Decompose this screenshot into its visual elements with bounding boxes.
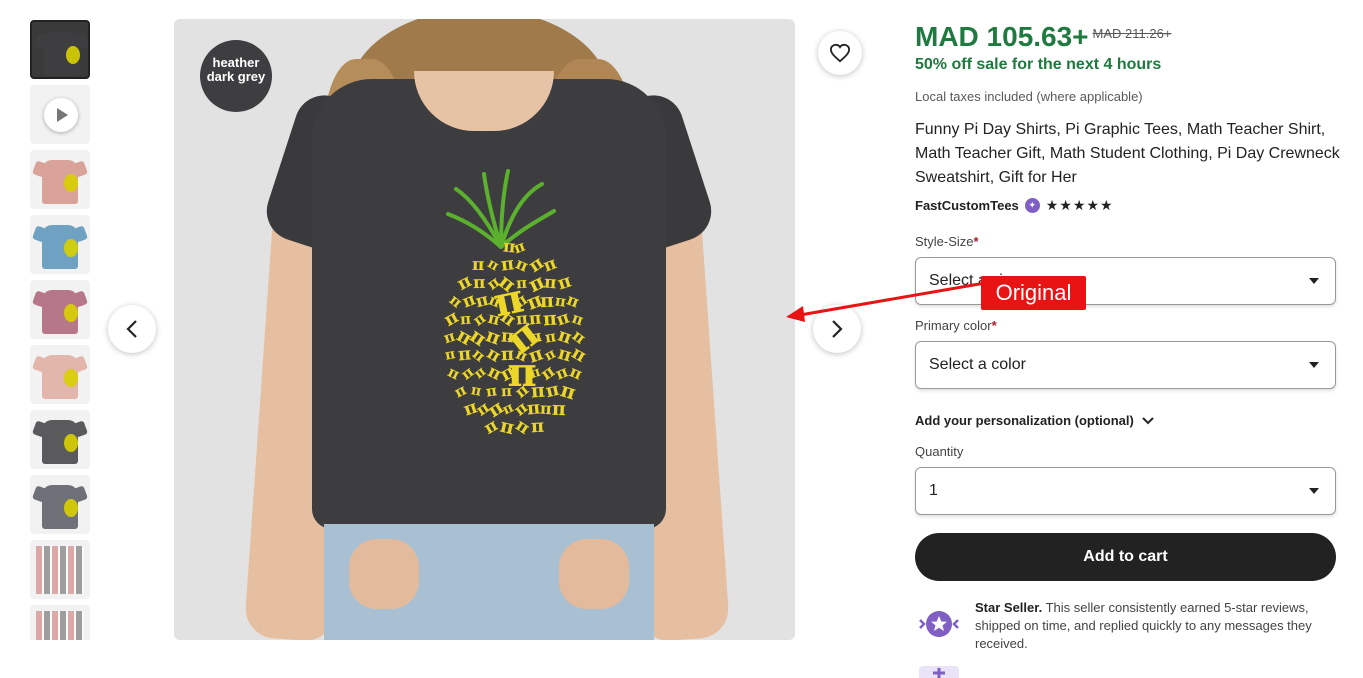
pineapple-thumbnail-graphic (64, 239, 78, 257)
main-product-image[interactable]: ππππππππππππππππππππππππππππππππππππππππ… (174, 19, 795, 640)
color-chart-thumbnail (36, 611, 84, 640)
style-size-label-text: Style-Size (915, 234, 974, 249)
next-image-button[interactable] (813, 305, 861, 353)
thumbnail-image[interactable] (30, 150, 90, 209)
thumbnail-image[interactable] (30, 410, 90, 469)
chevron-left-icon (126, 320, 137, 338)
annotation-label: Original (981, 276, 1086, 310)
shop-info: FastCustomTees ✦ ★★★★★ (915, 197, 1114, 214)
shirt-thumbnail-graphic (42, 225, 78, 269)
dropdown-caret-icon (1309, 362, 1319, 368)
pi-symbol: π (551, 397, 566, 420)
pineapple-leaves-graphic (446, 169, 556, 249)
chevron-right-icon (832, 320, 843, 338)
original-price: MAD 211.26+ (1092, 26, 1172, 41)
required-marker: * (991, 318, 997, 333)
pineapple-thumbnail-graphic (64, 174, 78, 192)
add-to-cart-button[interactable]: Add to cart (915, 533, 1336, 581)
price: MAD 105.63+ MAD 211.26+ (915, 21, 1171, 53)
dropdown-caret-icon (1309, 488, 1319, 494)
pineapple-pi-graphic: ππππππππππππππππππππππππππππππππππππππππ… (434, 236, 594, 444)
pineapple-thumbnail-graphic (66, 46, 80, 64)
thumbnail-image[interactable] (30, 345, 90, 404)
current-price: MAD 105.63+ (915, 21, 1089, 52)
thumbnail-strip (30, 20, 90, 640)
shop-name-link[interactable]: FastCustomTees (915, 198, 1019, 213)
quantity-select[interactable]: 1 (915, 467, 1336, 515)
thumbnail-image[interactable] (30, 215, 90, 274)
hand-left (349, 539, 419, 609)
rating-stars[interactable]: ★★★★★ (1046, 197, 1114, 214)
previous-image-button[interactable] (108, 305, 156, 353)
pineapple-thumbnail-graphic (64, 369, 78, 387)
thumbnail-image[interactable] (30, 475, 90, 534)
primary-color-label: Primary color* (915, 318, 997, 333)
heart-icon (829, 43, 851, 63)
hand-right (559, 539, 629, 609)
primary-color-select[interactable]: Select a color (915, 341, 1336, 389)
personalization-toggle[interactable]: Add your personalization (optional) (915, 413, 1154, 428)
pi-symbol: π (443, 346, 457, 364)
dropdown-caret-icon (1309, 278, 1319, 284)
pineapple-thumbnail-graphic (64, 434, 78, 452)
color-chart-thumbnail (36, 546, 84, 594)
pi-symbol: π (472, 254, 485, 275)
shirt-thumbnail-graphic (42, 420, 78, 464)
shirt-thumbnail-graphic (42, 355, 78, 399)
star-seller-icon: ✦ (1024, 198, 1040, 213)
shirt-thumbnail-graphic (42, 485, 78, 529)
personalization-label: Add your personalization (optional) (915, 413, 1134, 428)
pineapple-thumbnail-graphic (64, 304, 78, 322)
pi-symbol: π (530, 415, 545, 438)
style-size-select[interactable]: Select a size (915, 257, 1336, 305)
sale-notice: 50% off sale for the next 4 hours (915, 56, 1162, 73)
shirt-thumbnail-graphic (42, 160, 78, 204)
taxes-note: Local taxes included (where applicable) (915, 89, 1143, 104)
pi-symbol: π (484, 255, 502, 275)
thumbnail-video[interactable] (30, 85, 90, 144)
shirt-thumbnail-graphic (44, 32, 80, 76)
chevron-down-icon (1142, 416, 1154, 424)
favorite-button[interactable] (818, 31, 862, 75)
pi-symbol: π (497, 414, 517, 439)
thumbnail-image[interactable] (30, 540, 90, 599)
thumbnail-image[interactable] (30, 605, 90, 640)
gift-icon (919, 666, 959, 678)
play-icon (44, 98, 78, 132)
star-seller-title: Star Seller. (975, 600, 1043, 615)
quantity-value: 1 (929, 482, 938, 499)
quantity-label: Quantity (915, 444, 964, 459)
star-seller-badge-icon (919, 611, 959, 637)
pi-symbol: π (472, 272, 486, 293)
primary-color-label-text: Primary color (915, 318, 992, 333)
product-title: Funny Pi Day Shirts, Pi Graphic Tees, Ma… (915, 121, 1340, 186)
pi-symbol: π (569, 308, 586, 329)
thumbnail-image[interactable] (30, 20, 90, 79)
required-marker: * (973, 234, 979, 249)
primary-color-value: Select a color (929, 356, 1026, 373)
pi-symbol: π (564, 289, 583, 312)
style-size-label: Style-Size* (915, 234, 979, 249)
color-badge: heather dark grey (200, 40, 272, 112)
shirt-thumbnail-graphic (42, 290, 78, 334)
pineapple-thumbnail-graphic (64, 499, 78, 517)
pi-symbol: π (457, 343, 473, 366)
star-seller-note: Star Seller. This seller consistently ea… (975, 599, 1340, 653)
thumbnail-image[interactable] (30, 280, 90, 339)
